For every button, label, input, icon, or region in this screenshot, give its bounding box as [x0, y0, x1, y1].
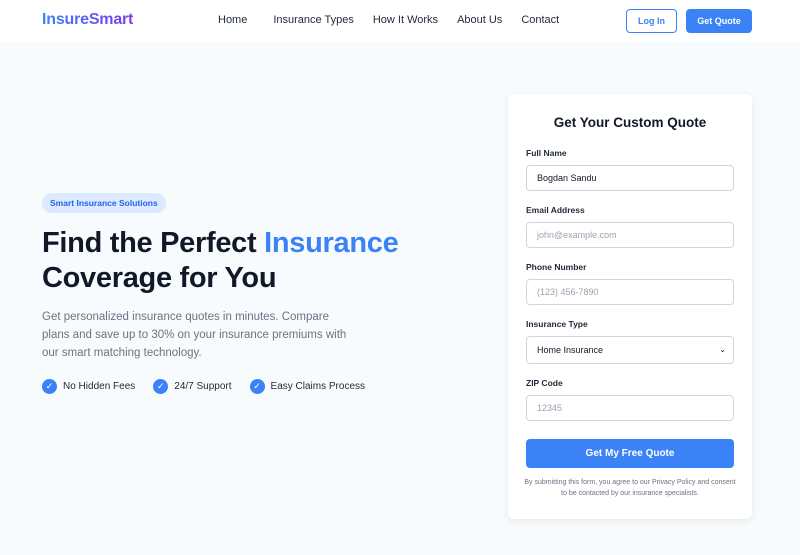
- feature-item: ✓ No Hidden Fees: [42, 379, 135, 394]
- logo[interactable]: InsureSmart: [42, 11, 133, 29]
- nav-contact[interactable]: Contact: [521, 14, 559, 26]
- nav-insurance-types[interactable]: Insurance Types: [273, 14, 354, 26]
- insurance-type-value: Home Insurance: [537, 345, 604, 355]
- hero-title-accent: Insurance: [264, 227, 399, 259]
- email-label: Email Address: [526, 205, 585, 215]
- hero-title-part2: Coverage for You: [42, 262, 277, 294]
- nav-how-it-works[interactable]: How It Works: [373, 14, 438, 26]
- nav-about-us[interactable]: About Us: [457, 14, 502, 26]
- hero-badge: Smart Insurance Solutions: [42, 193, 166, 213]
- zip-field[interactable]: 12345: [526, 395, 734, 421]
- phone-field[interactable]: (123) 456-7890: [526, 279, 734, 305]
- submit-quote-button[interactable]: Get My Free Quote: [526, 439, 734, 468]
- chevron-down-icon: ⌄: [719, 345, 726, 354]
- zip-label: ZIP Code: [526, 378, 563, 388]
- full-name-field[interactable]: Bogdan Sandu: [526, 165, 734, 191]
- form-disclaimer: By submitting this form, you agree to ou…: [524, 479, 736, 497]
- hero-title-part1: Find the Perfect: [42, 227, 265, 259]
- feature-list: ✓ No Hidden Fees ✓ 24/7 Support ✓ Easy C…: [42, 379, 383, 394]
- email-field[interactable]: john@example.com: [526, 222, 734, 248]
- site-header: InsureSmart Home Insurance Types How It …: [0, 0, 800, 42]
- feature-label: No Hidden Fees: [63, 381, 136, 392]
- hero-title: Find the Perfect Insurance Coverage for …: [42, 226, 462, 296]
- phone-label: Phone Number: [526, 262, 587, 272]
- insurance-type-label: Insurance Type: [526, 319, 588, 329]
- check-circle-icon: ✓: [153, 379, 169, 394]
- nav-home[interactable]: Home: [218, 14, 247, 26]
- check-circle-icon: ✓: [42, 379, 57, 394]
- check-circle-icon: ✓: [249, 379, 265, 394]
- hero-description: Get personalized insurance quotes in min…: [42, 311, 347, 359]
- form-title: Get Your Custom Quote: [553, 115, 707, 130]
- login-button[interactable]: Log In: [626, 9, 677, 33]
- full-name-label: Full Name: [526, 148, 567, 158]
- main-nav: Home Insurance Types How It Works About …: [218, 14, 559, 26]
- feature-label: Easy Claims Process: [270, 381, 365, 392]
- feature-label: 24/7 Support: [174, 381, 232, 392]
- get-quote-button[interactable]: Get Quote: [686, 9, 752, 33]
- quote-form-card: Get Your Custom Quote Full Name Bogdan S…: [508, 94, 752, 519]
- feature-item: ✓ 24/7 Support: [153, 379, 232, 394]
- feature-item: ✓ Easy Claims Process: [249, 379, 365, 394]
- insurance-type-select[interactable]: Home Insurance ⌄: [526, 336, 734, 364]
